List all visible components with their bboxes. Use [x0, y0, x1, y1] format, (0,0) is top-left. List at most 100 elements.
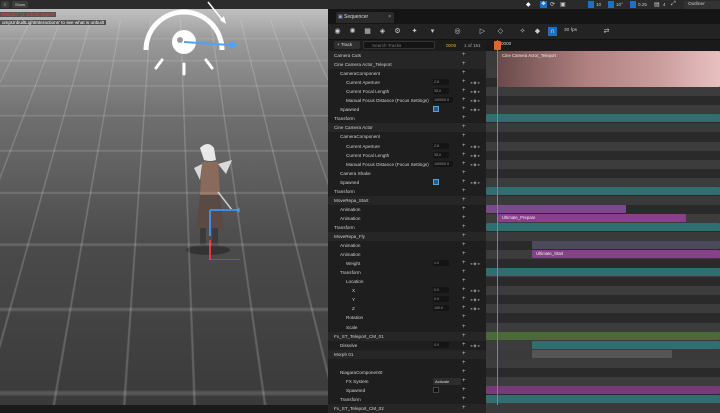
- track-row[interactable]: Current Focal Length 35.0 + ◂◆▸: [328, 87, 486, 96]
- add-key-icon[interactable]: +: [462, 142, 466, 151]
- track-lane[interactable]: [486, 195, 720, 205]
- track-lane[interactable]: [486, 259, 720, 269]
- grid-snap-value[interactable]: 10: [596, 2, 601, 7]
- track-row[interactable]: Current Aperture 2.8 + ◂◆▸: [328, 142, 486, 151]
- rotate-icon[interactable]: ⟳: [550, 1, 555, 8]
- key-nav-icon[interactable]: ◂◆▸: [470, 142, 481, 151]
- scale-snap-value[interactable]: 0.25: [638, 2, 647, 7]
- track-row[interactable]: Manual Focus Distance (Focus Settings) 10…: [328, 96, 486, 105]
- track-row[interactable]: Rotation +: [328, 313, 486, 322]
- key-nav-icon[interactable]: ◂◆▸: [470, 286, 481, 295]
- track-row[interactable]: Camera Shake +: [328, 169, 486, 178]
- track-lane[interactable]: [486, 277, 720, 287]
- add-key-icon[interactable]: +: [462, 332, 466, 341]
- track-lane[interactable]: [486, 168, 720, 178]
- add-key-icon[interactable]: +: [462, 96, 466, 105]
- filter-icon[interactable]: ▾: [428, 27, 437, 36]
- track-row[interactable]: Morph 01 +: [328, 349, 486, 359]
- track-row[interactable]: FX System Activate +: [328, 377, 486, 386]
- add-key-icon[interactable]: +: [462, 350, 466, 359]
- track-lane[interactable]: [486, 96, 720, 106]
- add-key-icon[interactable]: +: [462, 151, 466, 160]
- track-row[interactable]: Spawned +: [328, 386, 486, 395]
- show-button[interactable]: Show: [12, 1, 29, 8]
- add-key-icon[interactable]: +: [462, 69, 466, 78]
- add-key-icon[interactable]: +: [462, 404, 466, 413]
- track-row[interactable]: Transform +: [328, 268, 486, 277]
- key-nav-icon[interactable]: ◂◆▸: [470, 78, 481, 87]
- add-key-icon[interactable]: +: [462, 295, 466, 304]
- spawned-checkbox[interactable]: [433, 178, 439, 185]
- rotation-snap-value[interactable]: 10°: [616, 2, 623, 7]
- camera-icon[interactable]: ◈: [378, 27, 387, 36]
- track-row[interactable]: Animation +: [328, 241, 486, 250]
- track-row[interactable]: Fx_ST_Teleport_CM_02 +: [328, 403, 486, 413]
- spawned-checkbox[interactable]: [433, 386, 439, 393]
- ultimate-start-section[interactable]: Ultimate_Start: [532, 250, 720, 259]
- grid-snap-icon[interactable]: [588, 1, 594, 8]
- track-row[interactable]: Weight 1.0 + ◂◆▸: [328, 259, 486, 268]
- track-row[interactable]: Z 100.0 + ◂◆▸: [328, 304, 486, 313]
- add-key-icon[interactable]: +: [462, 304, 466, 313]
- select-mode-icon[interactable]: ◆: [526, 1, 531, 8]
- add-track-button[interactable]: + Track: [334, 41, 360, 49]
- track-row[interactable]: CameraComponent +: [328, 132, 486, 141]
- add-key-icon[interactable]: +: [462, 277, 466, 286]
- actions-icon[interactable]: ✦: [410, 27, 419, 36]
- track-lane[interactable]: [486, 376, 720, 386]
- property-value-field[interactable]: 2.8: [433, 142, 449, 149]
- timeline-area[interactable]: 0000 Cine Camera Actor_Teleport Ultimate_…: [486, 40, 720, 413]
- track-row[interactable]: Transform +: [328, 395, 486, 404]
- transform-section[interactable]: [486, 222, 720, 231]
- track-row[interactable]: Spawned + ◂◆▸: [328, 105, 486, 114]
- fps-selector[interactable]: 30 fps: [564, 28, 577, 33]
- viewport-menu-button[interactable]: ≡: [1, 1, 10, 8]
- track-row[interactable]: MoveRepa_Fly +: [328, 232, 486, 241]
- add-key-icon[interactable]: +: [462, 60, 466, 69]
- rotation-snap-icon[interactable]: [608, 1, 614, 8]
- add-key-icon[interactable]: +: [462, 268, 466, 277]
- spawned-section[interactable]: [486, 385, 720, 394]
- morph-section[interactable]: [532, 349, 672, 358]
- track-lane[interactable]: [486, 358, 720, 368]
- key-nav-icon[interactable]: ◂◆▸: [470, 160, 481, 169]
- track-row[interactable]: Fx_ST_Teleport_CM_01 +: [328, 331, 486, 341]
- current-frame-field[interactable]: 0000: [446, 42, 456, 50]
- property-value-field[interactable]: 0.0: [433, 296, 449, 303]
- level-viewport[interactable]: ≡ Show RIBUILT (1 unbuilt object) umpUnb…: [0, 0, 328, 405]
- property-value-field[interactable]: 35.0: [433, 88, 449, 95]
- scale-snap-icon[interactable]: [630, 1, 636, 8]
- add-key-icon[interactable]: +: [462, 51, 466, 60]
- property-value-field[interactable]: 2.8: [433, 79, 449, 86]
- magnet-icon[interactable]: ∩: [548, 27, 557, 36]
- track-lane[interactable]: [486, 295, 720, 305]
- add-key-icon[interactable]: +: [462, 250, 466, 259]
- property-value-field[interactable]: 1.0: [433, 260, 449, 267]
- track-lane[interactable]: [486, 177, 720, 187]
- property-value-field[interactable]: 0.0: [433, 287, 449, 294]
- track-row[interactable]: X 0.0 + ◂◆▸: [328, 286, 486, 295]
- key-nav-icon[interactable]: ◂◆▸: [470, 96, 481, 105]
- save-icon[interactable]: ◉: [333, 27, 342, 36]
- track-row[interactable]: Cine Camera Actor_Teleport +: [328, 60, 486, 70]
- add-key-icon[interactable]: +: [462, 123, 466, 132]
- track-lane[interactable]: [486, 304, 720, 314]
- add-key-icon[interactable]: +: [462, 196, 466, 205]
- loop-icon[interactable]: ⇄: [602, 27, 611, 36]
- track-row[interactable]: Scale +: [328, 323, 486, 332]
- key-nav-icon[interactable]: ◂◆▸: [470, 178, 481, 187]
- curve-icon[interactable]: ◆: [533, 27, 542, 36]
- track-lane[interactable]: [486, 141, 720, 151]
- add-key-icon[interactable]: +: [462, 132, 466, 141]
- property-value-field[interactable]: 100000.0: [433, 97, 453, 104]
- snap-icon[interactable]: ✧: [518, 27, 527, 36]
- add-key-icon[interactable]: +: [462, 286, 466, 295]
- track-row[interactable]: NiagaraComponent0 +: [328, 368, 486, 377]
- add-key-icon[interactable]: +: [462, 160, 466, 169]
- track-row[interactable]: Current Aperture 2.8 + ◂◆▸: [328, 78, 486, 87]
- light-gizmo[interactable]: [140, 0, 240, 80]
- add-key-icon[interactable]: +: [462, 323, 466, 332]
- key-icon[interactable]: ◇: [496, 27, 505, 36]
- transform-section[interactable]: [486, 186, 720, 195]
- key-nav-icon[interactable]: ◂◆▸: [470, 151, 481, 160]
